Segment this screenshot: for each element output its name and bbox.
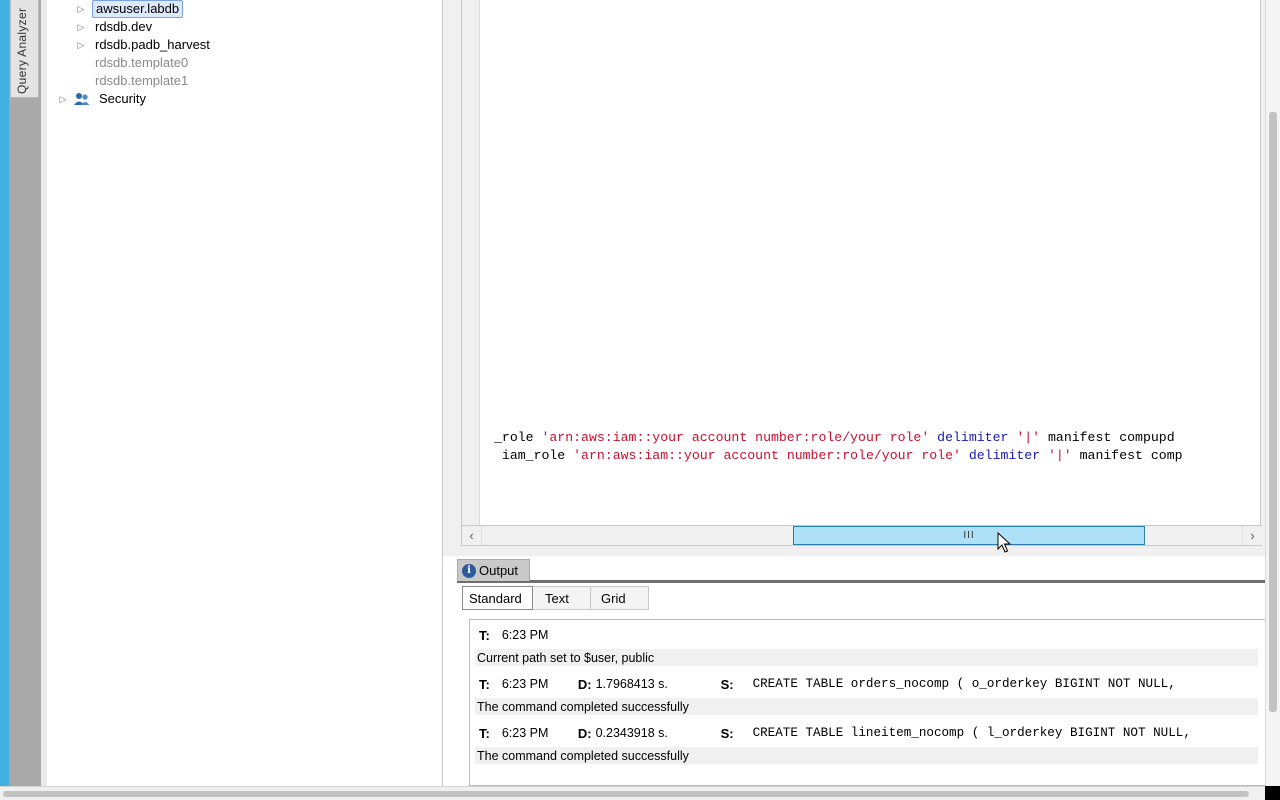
message-statement: CREATE TABLE lineitem_nocomp ( l_orderke… [752,726,1191,740]
app-window: Query Analyzer ▷ awsuser.labdb ▷ rdsdb.d… [0,0,1280,800]
output-view-tabs: Standard Text Grid [462,586,649,610]
output-tabbar: i Output [457,559,1265,583]
editor-container: _role 'arn:aws:iam::your account number:… [443,0,1280,556]
chevron-left-icon: ‹ [469,528,474,543]
tree-item-rdsdb-dev[interactable]: ▷ rdsdb.dev [76,18,155,36]
scroll-left-button[interactable]: ‹ [462,526,482,545]
statement-label: S: [720,676,734,692]
tab-text[interactable]: Text [533,586,591,610]
expand-arrow-icon[interactable]: ▷ [76,40,86,50]
tree-item-label: Security [99,91,146,106]
accent-strip [0,0,9,790]
side-dock [9,0,41,790]
message-result: The command completed successfully [475,747,1258,764]
tab-standard[interactable]: Standard [462,586,533,610]
message-header: T: 6:23 PM D: 0.2343918 s. S: CREATE TAB… [479,723,1191,743]
message-time: 6:23 PM [501,677,549,691]
output-messages: T: 6:23 PM Current path set to $user, pu… [469,619,1265,786]
tab-output[interactable]: i Output [457,559,530,581]
chevron-right-icon: › [1250,528,1255,543]
horizontal-scroll-thumb[interactable]: III [793,526,1145,545]
query-analyzer-tab[interactable]: Query Analyzer [10,0,39,98]
code-line-2: iam_role 'arn:aws:iam::your account numb… [494,448,1183,463]
message-time: 6:23 PM [501,726,549,740]
code-line-1: _role 'arn:aws:iam::your account number:… [494,430,1175,445]
tab-grid[interactable]: Grid [591,586,649,610]
tree-item-label: rdsdb.padb_harvest [95,37,210,52]
time-label: T: [479,627,490,643]
vertical-scroll-thumb[interactable] [1269,112,1277,712]
tree-item-rdsdb-template0[interactable]: rdsdb.template0 [92,54,191,72]
tree-item-security[interactable]: ▷ Security [58,90,149,108]
duration-label: D: [577,725,592,741]
sql-editor[interactable]: _role 'arn:aws:iam::your account number:… [461,0,1261,546]
expand-arrow-icon[interactable]: ▷ [76,22,86,32]
tree-item-rdsdb-template1[interactable]: rdsdb.template1 [92,72,191,90]
tree-item-awsuser-labdb[interactable]: ▷ awsuser.labdb [76,0,184,18]
duration-label: D: [577,676,592,692]
bottom-scroll-thumb[interactable] [3,791,1249,797]
message-result: Current path set to $user, public [475,649,1258,666]
info-icon: i [462,563,476,578]
message-statement: CREATE TABLE orders_nocomp ( o_orderkey … [752,677,1176,691]
editor-horizontal-scrollbar[interactable]: ‹ III › [462,525,1262,546]
object-tree-panel: ▷ awsuser.labdb ▷ rdsdb.dev ▷ rdsdb.padb… [41,0,443,786]
message-duration: 1.7968413 s. [595,677,668,691]
tab-output-label: Output [479,563,519,578]
expand-arrow-icon[interactable]: ▷ [58,94,68,104]
right-vertical-scrollbar[interactable] [1265,0,1280,786]
statement-label: S: [720,725,734,741]
message-duration: 0.2343918 s. [595,726,668,740]
message-result: The command completed successfully [475,698,1258,715]
scroll-right-button[interactable]: › [1242,526,1262,545]
grip-icon: III [963,530,975,541]
scrollbar-corner [1265,786,1280,800]
expand-arrow-icon[interactable]: ▷ [76,4,86,14]
tree-item-label: awsuser.labdb [92,0,184,18]
time-label: T: [479,676,490,692]
time-label: T: [479,725,490,741]
mouse-pointer-icon [997,532,1011,553]
tree-item-label: rdsdb.dev [95,19,153,34]
tree-item-label: rdsdb.template1 [95,73,189,88]
bottom-horizontal-scrollbar[interactable] [0,786,1265,800]
tree-item-label: rdsdb.template0 [95,55,189,70]
message-header: T: 6:23 PM [479,625,548,645]
message-time: 6:23 PM [501,628,549,642]
query-analyzer-tab-label: Query Analyzer [15,7,29,94]
tree-item-rdsdb-padb-harvest[interactable]: ▷ rdsdb.padb_harvest [76,36,213,54]
users-icon [74,92,90,106]
message-header: T: 6:23 PM D: 1.7968413 s. S: CREATE TAB… [479,674,1176,694]
editor-gutter [462,0,480,525]
